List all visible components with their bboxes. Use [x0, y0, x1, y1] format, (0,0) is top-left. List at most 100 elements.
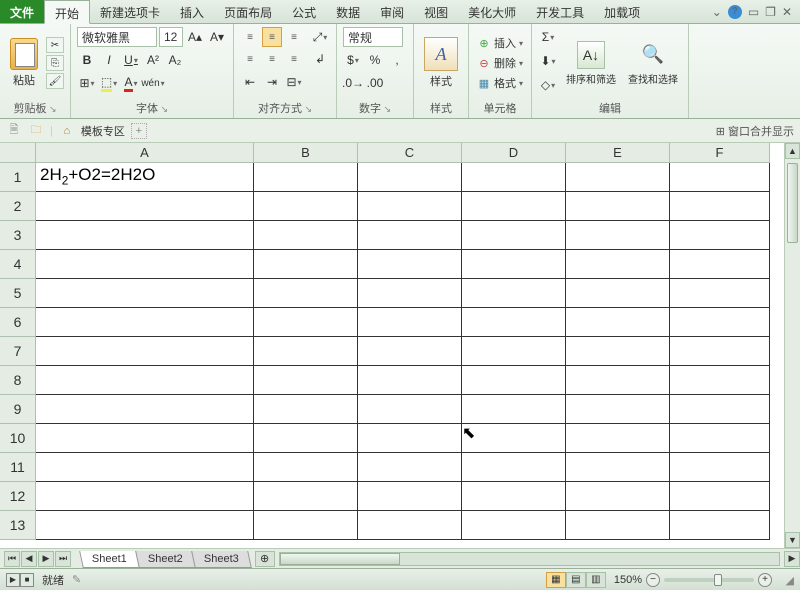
cell-F1[interactable] [670, 163, 770, 192]
cell-C5[interactable] [358, 279, 462, 308]
cell-F13[interactable] [670, 511, 770, 540]
format-painter-button[interactable]: 🖌 [46, 73, 64, 89]
zoom-slider[interactable] [664, 578, 754, 582]
minimize-ribbon-icon[interactable]: ▭ [748, 5, 759, 19]
cell-B10[interactable] [254, 424, 358, 453]
row-header-1[interactable]: 1 [0, 163, 36, 192]
subscript-button[interactable]: A₂ [165, 50, 185, 70]
cell-D6[interactable] [462, 308, 566, 337]
cell-D8[interactable] [462, 366, 566, 395]
cell-E7[interactable] [566, 337, 670, 366]
border-button[interactable]: ⊞ [77, 73, 97, 93]
tab-insert[interactable]: 插入 [170, 0, 214, 23]
cell-A11[interactable] [36, 453, 254, 482]
orientation-button[interactable]: ⤢ [310, 27, 330, 47]
column-header-D[interactable]: D [462, 143, 566, 163]
cell-D11[interactable] [462, 453, 566, 482]
copy-button[interactable]: ⎘ [46, 55, 64, 71]
cell-C12[interactable] [358, 482, 462, 511]
resize-grip[interactable]: ◢ [780, 573, 794, 587]
font-name-select[interactable]: 微软雅黑 [77, 27, 157, 47]
home-icon[interactable]: ⌂ [59, 123, 75, 139]
tab-data[interactable]: 数据 [326, 0, 370, 23]
cell-C9[interactable] [358, 395, 462, 424]
column-header-C[interactable]: C [358, 143, 462, 163]
group-number-label[interactable]: 数字 [343, 99, 407, 116]
number-format-select[interactable]: 常规 [343, 27, 403, 47]
increase-font-button[interactable]: A▴ [185, 27, 205, 47]
add-sheet-button[interactable]: ⊕ [255, 551, 275, 567]
tab-home[interactable]: 开始 [44, 0, 90, 24]
scroll-up-button[interactable]: ▲ [785, 143, 800, 159]
sheet-nav-prev[interactable]: ◀ [21, 551, 37, 567]
tab-review[interactable]: 审阅 [370, 0, 414, 23]
zoom-handle[interactable] [714, 574, 722, 586]
macro-stop-button[interactable]: ■ [20, 573, 34, 587]
cell-A6[interactable] [36, 308, 254, 337]
row-header-3[interactable]: 3 [0, 221, 36, 250]
cell-D12[interactable] [462, 482, 566, 511]
tab-view[interactable]: 视图 [414, 0, 458, 23]
group-align-label[interactable]: 对齐方式 [240, 99, 330, 116]
autosum-button[interactable]: Σ [538, 27, 558, 47]
align-mid-right[interactable]: ≡ [284, 49, 304, 69]
window-merge-toggle[interactable]: 窗口合并显示 [716, 123, 794, 139]
row-header-10[interactable]: 10 [0, 424, 36, 453]
cell-F9[interactable] [670, 395, 770, 424]
column-header-A[interactable]: A [36, 143, 254, 163]
tab-formula[interactable]: 公式 [282, 0, 326, 23]
cell-F2[interactable] [670, 192, 770, 221]
cell-A13[interactable] [36, 511, 254, 540]
align-top-left[interactable]: ≡ [240, 27, 260, 47]
column-header-B[interactable]: B [254, 143, 358, 163]
view-page-break-button[interactable]: ▥ [586, 572, 606, 588]
row-header-13[interactable]: 13 [0, 511, 36, 540]
cell-B12[interactable] [254, 482, 358, 511]
cell-B4[interactable] [254, 250, 358, 279]
cell-B6[interactable] [254, 308, 358, 337]
fill-color-button[interactable]: ⬚ [99, 73, 119, 93]
merge-button[interactable]: ⊟ [284, 72, 304, 92]
styles-button[interactable]: A 样式 [420, 27, 462, 99]
cell-B9[interactable] [254, 395, 358, 424]
view-normal-button[interactable]: ▦ [546, 572, 566, 588]
delete-cells-button[interactable]: ⊖删除▾ [475, 54, 525, 72]
sheet-tab-1[interactable]: Sheet1 [79, 551, 139, 568]
add-doc-button[interactable]: + [131, 123, 147, 139]
fill-button[interactable]: ⬇ [538, 51, 558, 71]
cell-C10[interactable] [358, 424, 462, 453]
cell-E2[interactable] [566, 192, 670, 221]
cell-E10[interactable] [566, 424, 670, 453]
increase-decimal-button[interactable]: .0→ [343, 73, 363, 93]
macro-record-button[interactable]: ▶ [6, 573, 20, 587]
scroll-thumb-v[interactable] [787, 163, 798, 243]
zoom-out-button[interactable]: − [646, 573, 660, 587]
dropdown-icon[interactable]: ⌄ [712, 5, 722, 19]
italic-button[interactable]: I [99, 50, 119, 70]
cells-area[interactable]: 2H2+O2=2H2O [36, 163, 784, 548]
cell-A7[interactable] [36, 337, 254, 366]
cell-F12[interactable] [670, 482, 770, 511]
sort-filter-button[interactable]: A↓ 排序和筛选 [562, 27, 620, 99]
cell-C11[interactable] [358, 453, 462, 482]
cell-A3[interactable] [36, 221, 254, 250]
align-top-center[interactable]: ≡ [262, 27, 282, 47]
cell-F7[interactable] [670, 337, 770, 366]
sheet-tab-3[interactable]: Sheet3 [191, 551, 251, 568]
increase-indent-button[interactable]: ⇥ [262, 72, 282, 92]
sheet-nav-last[interactable]: ⏭ [55, 551, 71, 567]
cell-B1[interactable] [254, 163, 358, 192]
cell-C13[interactable] [358, 511, 462, 540]
cell-D4[interactable] [462, 250, 566, 279]
cell-E4[interactable] [566, 250, 670, 279]
cell-B3[interactable] [254, 221, 358, 250]
cell-A2[interactable] [36, 192, 254, 221]
cell-C7[interactable] [358, 337, 462, 366]
decrease-font-button[interactable]: A▾ [207, 27, 227, 47]
cell-A4[interactable] [36, 250, 254, 279]
percent-button[interactable]: % [365, 50, 385, 70]
cell-C4[interactable] [358, 250, 462, 279]
row-header-8[interactable]: 8 [0, 366, 36, 395]
cell-E8[interactable] [566, 366, 670, 395]
tab-page-layout[interactable]: 页面布局 [214, 0, 282, 23]
